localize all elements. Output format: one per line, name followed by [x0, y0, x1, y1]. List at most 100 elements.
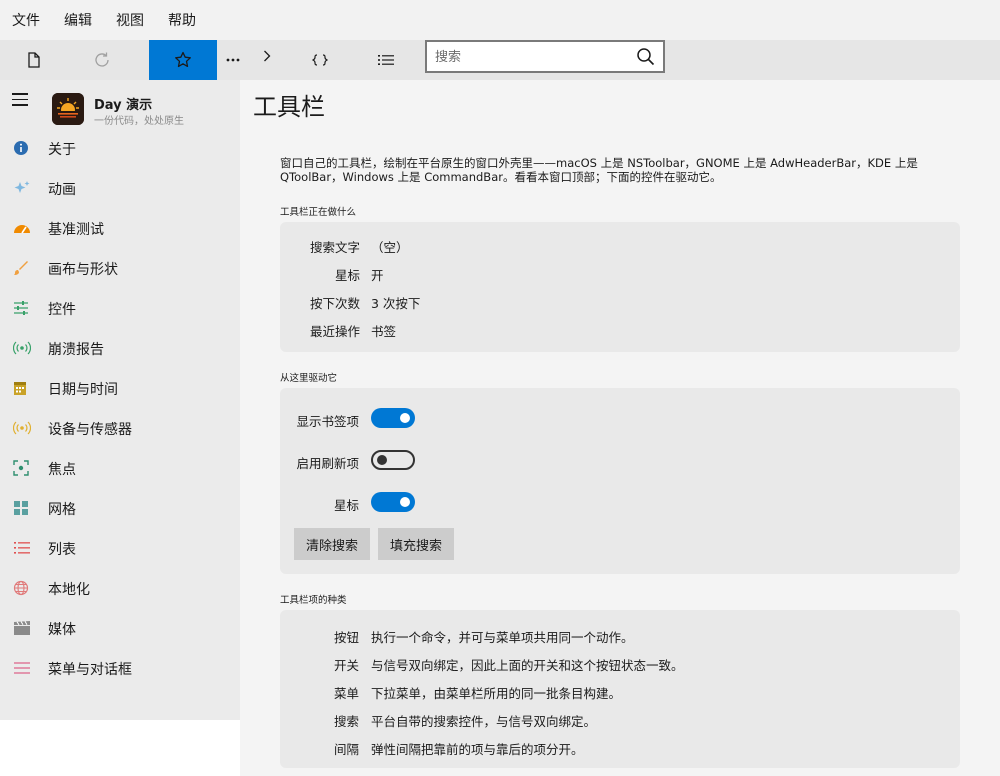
menu-bar: 文件 编辑 视图 帮助	[0, 0, 1000, 40]
search-box[interactable]	[425, 40, 665, 73]
gauge-icon	[13, 220, 31, 236]
star-toggle[interactable]	[371, 492, 415, 512]
enable-refresh-toggle[interactable]	[371, 450, 415, 470]
sidebar-item-label: 关于	[48, 142, 76, 158]
sidebar-item-label: 动画	[48, 182, 76, 198]
sparkle-icon	[13, 180, 31, 196]
list-icon	[13, 540, 31, 556]
toggle-label-show-bookmark: 显示书签项	[296, 414, 359, 429]
sidebar-item[interactable]: 画布与形状	[0, 248, 240, 288]
search-icon[interactable]	[636, 47, 655, 66]
sidebar-item-label: 网格	[48, 502, 76, 518]
toggle-label-enable-refresh: 启用刷新项	[296, 456, 359, 471]
brush-icon	[13, 260, 31, 276]
kind-key: 搜索	[333, 714, 359, 729]
kind-key: 开关	[333, 658, 359, 673]
search-input[interactable]	[435, 47, 625, 67]
page-title: 工具栏	[253, 93, 325, 121]
status-card: 搜索文字 （空） 星标 开 按下次数 3 次按下 最近操作 书签	[280, 222, 960, 352]
sidebar-item[interactable]: 关于	[0, 128, 240, 168]
sidebar-item-label: 日期与时间	[48, 382, 118, 398]
braces-icon	[312, 54, 328, 66]
app-subtitle: 一份代码，处处原生	[94, 116, 184, 127]
star-toggle-button[interactable]	[149, 40, 217, 80]
kinds-card: 按钮 执行一个命令，并可与菜单项共用同一个动作。 开关 与信号双向绑定，因此上面…	[280, 610, 960, 768]
info-icon	[13, 140, 31, 156]
refresh-button[interactable]	[80, 40, 124, 80]
sidebar-item-label: 控件	[48, 302, 76, 318]
sidebar-item[interactable]: 控件	[0, 288, 240, 328]
sidebar-item[interactable]: 设备与传感器	[0, 408, 240, 448]
page-description: 窗口自己的工具栏，绘制在平台原生的窗口外壳里——macOS 上是 NSToolb…	[280, 156, 918, 184]
list-icon	[378, 55, 394, 65]
status-key: 搜索文字	[309, 240, 360, 255]
sidebar-item-label: 菜单与对话框	[48, 662, 132, 678]
calendar-icon	[13, 380, 31, 396]
kind-key: 间隔	[333, 742, 359, 757]
menu-help[interactable]: 帮助	[168, 10, 196, 30]
kinds-heading: 工具栏项的种类	[280, 595, 347, 606]
chevron-right-icon	[264, 50, 271, 62]
sidebar-item[interactable]: 本地化	[0, 568, 240, 608]
kind-description: 执行一个命令，并可与菜单项共用同一个动作。	[371, 630, 634, 645]
clear-search-button[interactable]: 清除搜索	[294, 528, 370, 560]
app-logo	[52, 93, 84, 125]
hamburger-menu-icon[interactable]	[12, 93, 28, 107]
status-key: 最近操作	[309, 324, 360, 339]
sidebar-item-label: 画布与形状	[48, 262, 118, 278]
kind-description: 与信号双向绑定，因此上面的开关和这个按钮状态一致。	[371, 658, 684, 673]
clapper-icon	[13, 620, 31, 636]
sidebar-item-label: 媒体	[48, 622, 76, 638]
sidebar-item-label: 列表	[48, 542, 76, 558]
globe-icon	[13, 580, 31, 596]
sidebar-item[interactable]: 媒体	[0, 608, 240, 648]
sidebar-item[interactable]: 列表	[0, 528, 240, 568]
code-button[interactable]	[300, 40, 340, 80]
more-dots-icon	[226, 58, 240, 62]
status-heading: 工具栏正在做什么	[280, 207, 357, 218]
menu-view[interactable]: 视图	[116, 10, 144, 30]
kind-description: 下拉菜单，由菜单栏所用的同一批条目构建。	[371, 686, 622, 701]
chevron-button[interactable]	[256, 40, 278, 72]
more-menu-button[interactable]	[220, 40, 246, 80]
sidebar-item[interactable]: 焦点	[0, 448, 240, 488]
toggle-label-star: 星标	[333, 498, 359, 513]
sidebar-item-label: 崩溃报告	[48, 342, 104, 358]
show-bookmark-toggle[interactable]	[371, 408, 415, 428]
kind-key: 按钮	[333, 630, 359, 645]
status-key: 按下次数	[309, 296, 360, 311]
app-name: Day 演示	[94, 98, 153, 113]
drive-heading: 从这里驱动它	[280, 373, 338, 384]
main-content: 工具栏 窗口自己的工具栏，绘制在平台原生的窗口外壳里——macOS 上是 NST…	[240, 80, 1000, 776]
sidebar-item[interactable]: 网格	[0, 488, 240, 528]
sidebar-item[interactable]: 基准测试	[0, 208, 240, 248]
sidebar-item[interactable]: 日期与时间	[0, 368, 240, 408]
status-value: 书签	[371, 324, 397, 339]
status-value: 3 次按下	[371, 296, 421, 311]
new-document-button[interactable]	[12, 40, 56, 80]
sidebar-item-label: 基准测试	[48, 222, 104, 238]
document-icon	[28, 52, 40, 68]
sidebar-item[interactable]: 崩溃报告	[0, 328, 240, 368]
status-value: （空）	[371, 240, 409, 255]
menu-file[interactable]: 文件	[12, 10, 40, 30]
fill-search-button[interactable]: 填充搜索	[378, 528, 454, 560]
star-icon	[175, 51, 191, 68]
focus-icon	[13, 460, 31, 476]
sidebar-item-label: 设备与传感器	[48, 422, 132, 438]
broadcast-icon	[12, 340, 32, 356]
sidebar-item-label: 焦点	[48, 462, 76, 478]
list-button[interactable]	[366, 40, 406, 80]
kind-key: 菜单	[333, 686, 359, 701]
sidebar-item-label: 本地化	[48, 582, 90, 598]
sliders-icon	[13, 300, 31, 316]
sidebar-item[interactable]: 菜单与对话框	[0, 648, 240, 688]
sensor-icon	[12, 420, 32, 436]
menu-edit[interactable]: 编辑	[64, 10, 92, 30]
grid-icon	[13, 500, 31, 516]
drive-card: 显示书签项 启用刷新项 星标 清除搜索 填充搜索	[280, 388, 960, 574]
status-value: 开	[371, 268, 384, 283]
toolbar	[0, 40, 1000, 80]
status-key: 星标	[334, 268, 360, 283]
sidebar-item[interactable]: 动画	[0, 168, 240, 208]
